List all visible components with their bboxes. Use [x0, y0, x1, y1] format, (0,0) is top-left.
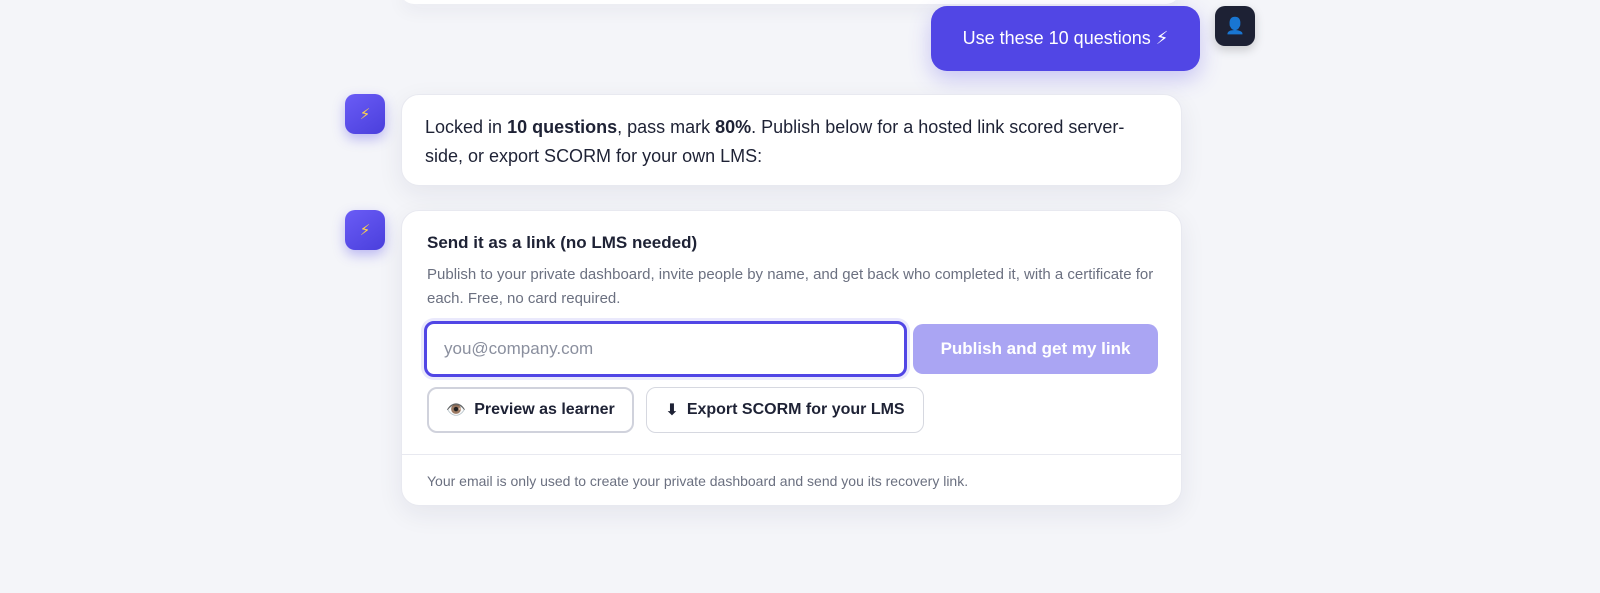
bot-avatar-icon: ⚡ — [345, 94, 385, 134]
user-avatar-icon: 👤 — [1215, 6, 1255, 46]
question-count: 10 questions — [507, 117, 618, 137]
msg-part: , pass mark — [617, 117, 716, 137]
download-arrow-icon: ⬇ — [665, 402, 679, 419]
publish-card-title: Send it as a link (no LMS needed) — [427, 233, 698, 252]
pass-mark: 80% — [715, 117, 752, 137]
preview-label: Preview as learner — [474, 401, 615, 418]
export-scorm-button[interactable]: ⬇ Export SCORM for your LMS — [646, 387, 924, 433]
publish-button[interactable]: Publish and get my link — [913, 324, 1158, 374]
previous-card-edge — [400, 0, 1180, 4]
email-input[interactable] — [424, 321, 907, 377]
assistant-message-text: Locked in 10 questions, pass mark 80%. P… — [425, 113, 1158, 171]
lightning-icon: ⚡ — [359, 222, 371, 239]
eye-icon: 👁️ — [446, 402, 467, 419]
publish-card: Send it as a link (no LMS needed) Publis… — [401, 210, 1182, 506]
chat-page: Use these 10 questions ⚡ 👤 ⚡ Locked in 1… — [0, 0, 1600, 593]
msg-part: Locked in — [425, 117, 508, 137]
preview-as-learner-button[interactable]: 👁️ Preview as learner — [427, 387, 634, 433]
divider — [402, 454, 1181, 455]
user-message-text: Use these 10 questions ⚡ — [962, 28, 1169, 48]
export-label: Export SCORM for your LMS — [686, 401, 905, 418]
lightning-icon: ⚡ — [359, 106, 371, 123]
bot-avatar-icon: ⚡ — [345, 210, 385, 250]
privacy-note: Your email is only used to create your p… — [427, 473, 969, 489]
assistant-message-card: Locked in 10 questions, pass mark 80%. P… — [401, 94, 1182, 186]
user-avatar-glyph: 👤 — [1225, 18, 1245, 35]
user-message-bubble: Use these 10 questions ⚡ — [931, 6, 1200, 71]
publish-card-description: Publish to your private dashboard, invit… — [427, 266, 1154, 307]
